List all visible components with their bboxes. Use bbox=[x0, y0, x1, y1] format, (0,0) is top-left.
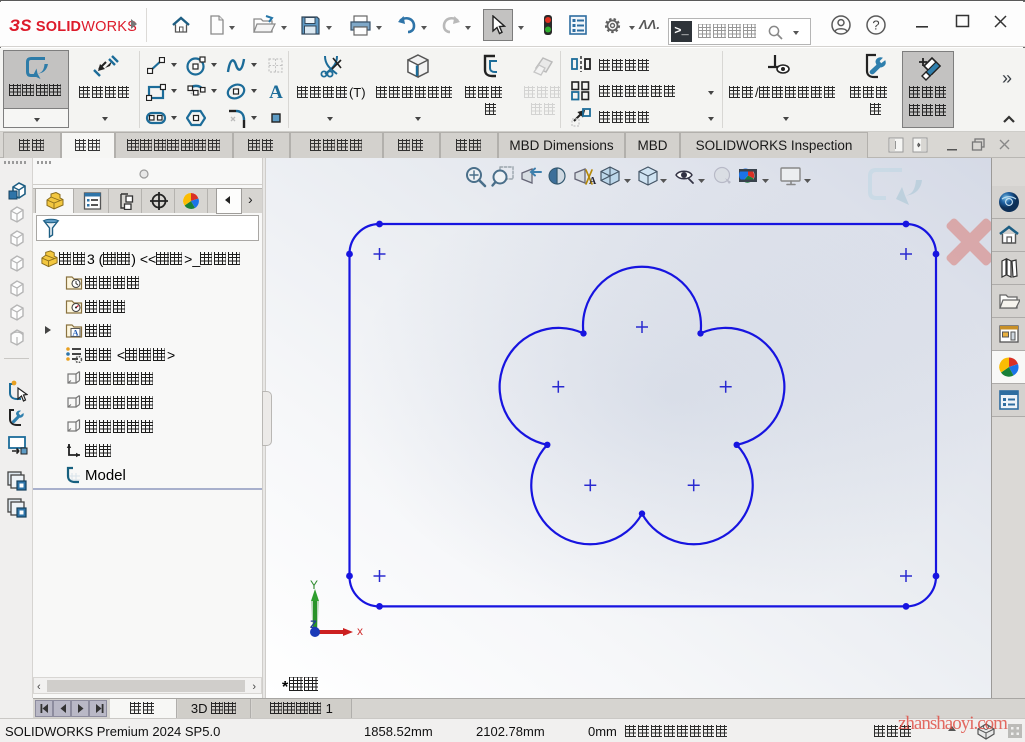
svg-text:*: * bbox=[282, 679, 289, 696]
svg-text:?: ? bbox=[872, 18, 879, 33]
svg-text:A: A bbox=[269, 82, 283, 101]
svg-text:x: x bbox=[357, 624, 363, 638]
svg-text:Y: Y bbox=[310, 578, 318, 592]
svg-text:A: A bbox=[72, 328, 79, 338]
svg-text:A: A bbox=[589, 176, 597, 187]
